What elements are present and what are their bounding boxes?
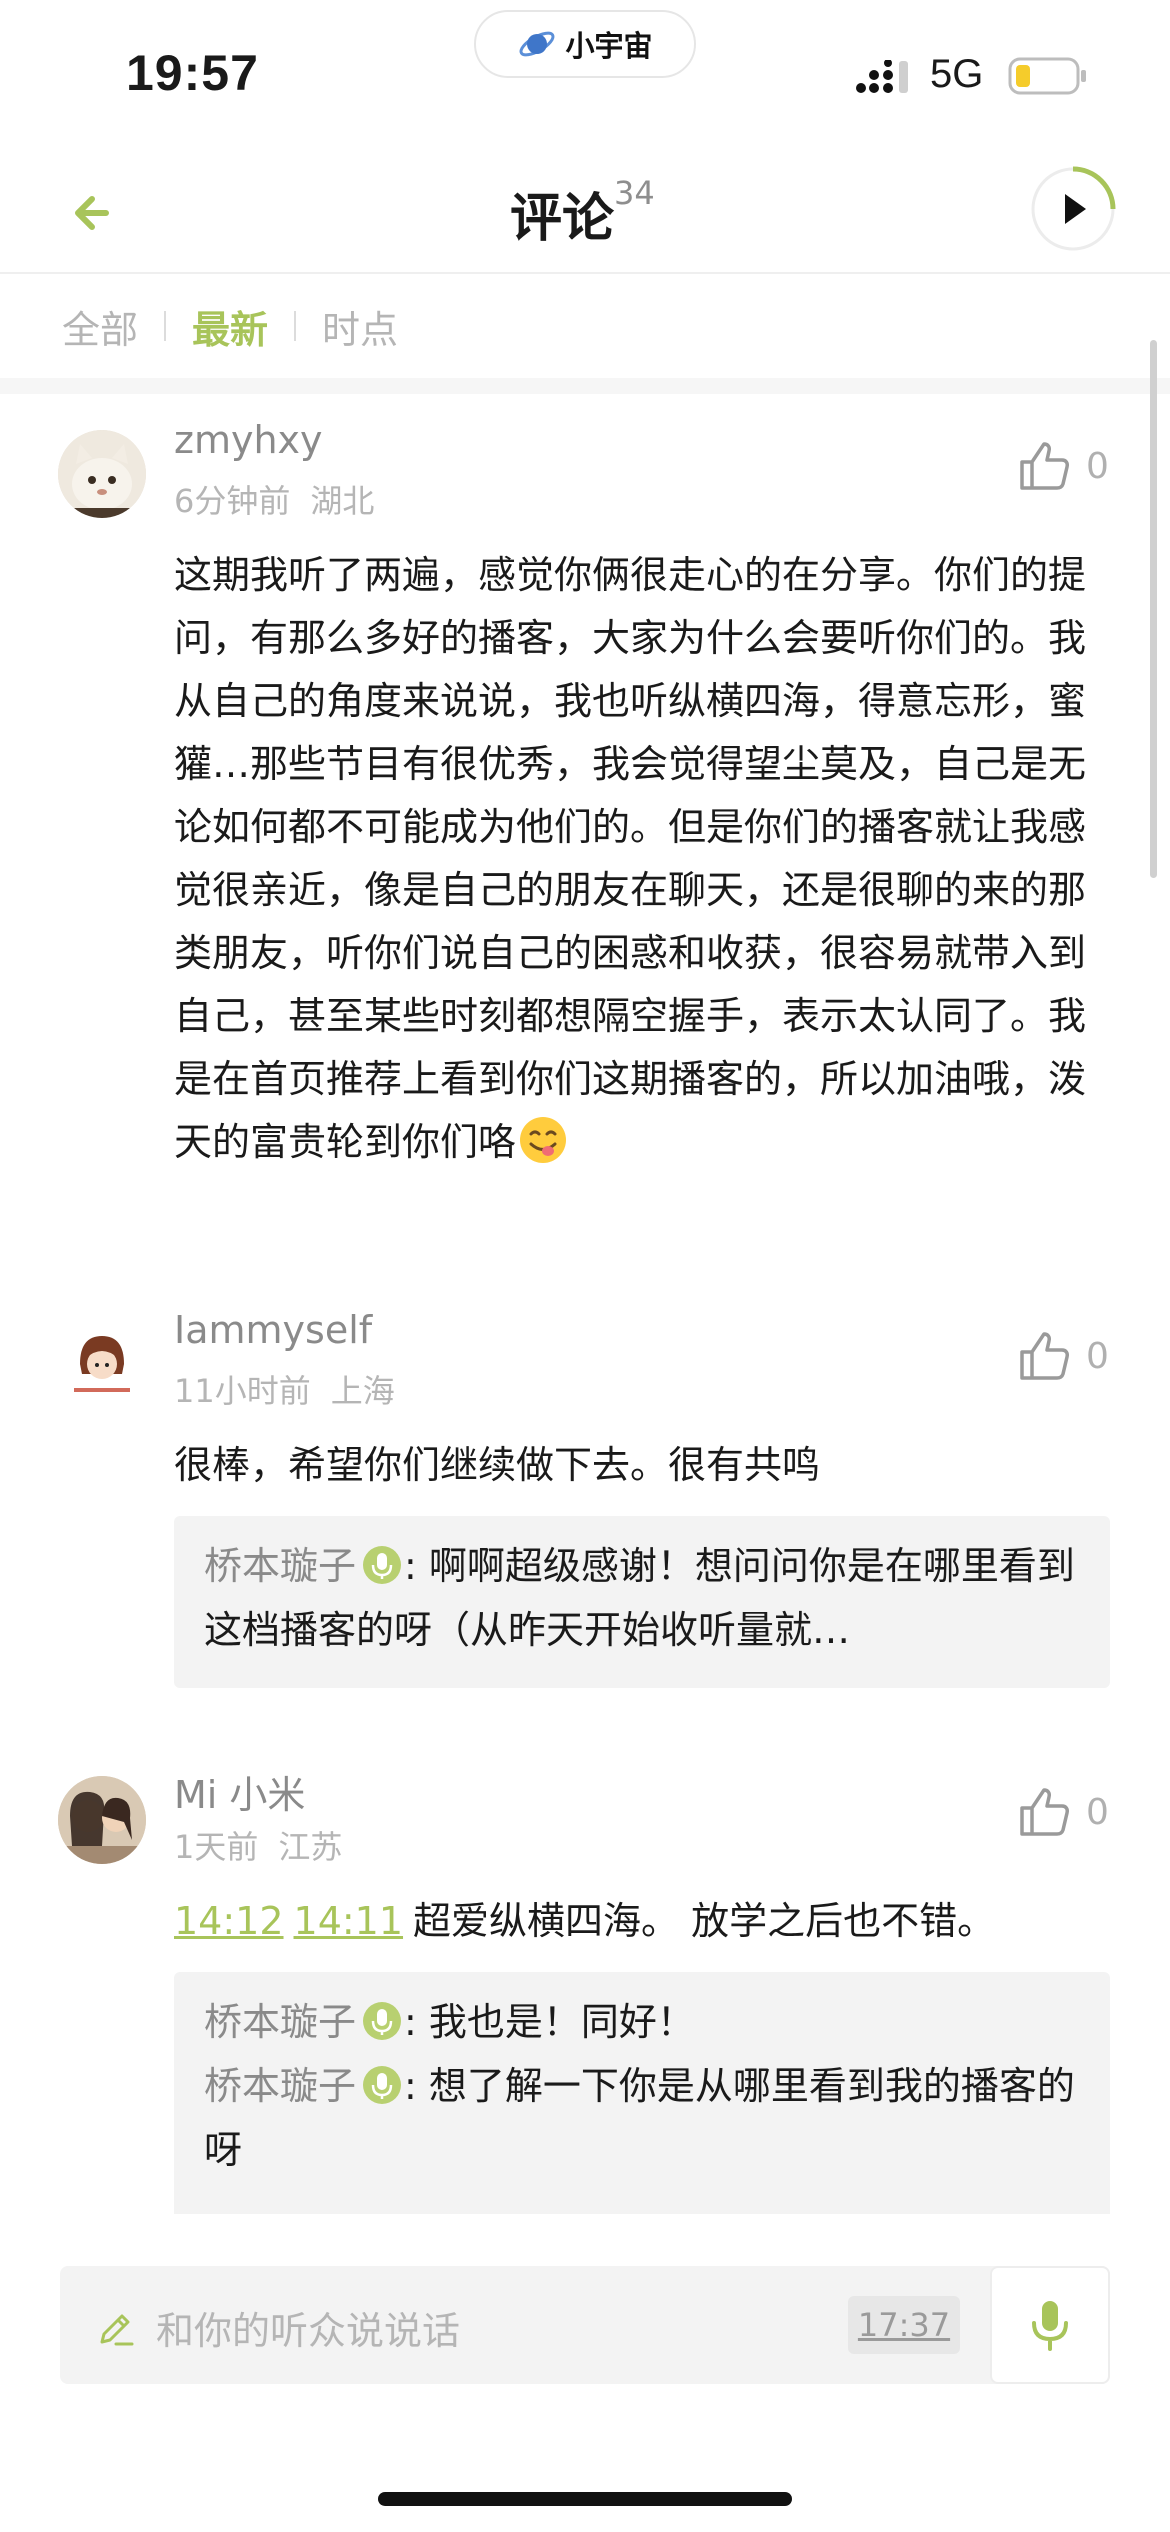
- host-mic-icon: [363, 2002, 402, 2040]
- network-type: 5G: [930, 52, 984, 96]
- girl-avatar-icon: [58, 1320, 146, 1408]
- comments-page: 19:57 小宇宙 5G 评论 34 全部 最新 时点 zmyhxy 6分钟前 …: [0, 0, 1170, 2532]
- pencil-icon: [100, 2314, 134, 2346]
- smiling-face-with-tongue-icon: [520, 1117, 567, 1163]
- battery-icon: [1008, 57, 1086, 95]
- reply-item: 桥本璇子 : 想了解一下你是从哪里看到我的播客的呀: [204, 2054, 1080, 2182]
- page-title: 评论: [510, 189, 615, 249]
- reply-username[interactable]: 桥本璇子: [204, 1544, 356, 1588]
- section-divider: [0, 378, 1170, 394]
- thumbs-up-icon[interactable]: [1016, 438, 1072, 494]
- reply-box[interactable]: 桥本璇子 : 我也是！同好！ 桥本璇子 : 想了解一下你是从哪里看到我的播客的呀: [174, 1972, 1110, 2214]
- tab-divider: [164, 311, 167, 341]
- signal-icon: [856, 60, 908, 93]
- comment-time: 11小时前: [174, 1372, 311, 1410]
- comment-username[interactable]: Iammyself: [174, 1308, 372, 1352]
- comment-time: 6分钟前: [174, 482, 291, 520]
- like-count: 0: [1086, 1336, 1109, 1377]
- timestamp-link[interactable]: 14:12: [174, 1899, 284, 1943]
- app-pill[interactable]: 小宇宙: [474, 10, 696, 78]
- scrollbar[interactable]: [1150, 340, 1157, 878]
- cat-avatar-icon: [58, 430, 146, 518]
- comment-input-area: 和你的听众说说话 17:37: [0, 2214, 1170, 2532]
- avatar[interactable]: [58, 1320, 146, 1408]
- comment-meta: 1天前 江苏: [174, 1822, 342, 1868]
- comment-username[interactable]: zmyhxy: [174, 418, 323, 462]
- timestamp-link[interactable]: 14:11: [294, 1899, 404, 1943]
- play-button[interactable]: [1028, 164, 1118, 254]
- comment-location: 江苏: [278, 1828, 343, 1866]
- input-placeholder: 和你的听众说说话: [156, 2309, 461, 2353]
- comment-list[interactable]: zmyhxy 6分钟前 湖北 0 这期我听了两遍，感觉你俩很走心的在分享。你们的提…: [0, 394, 1170, 2214]
- comment-location: 湖北: [310, 482, 375, 520]
- home-indicator[interactable]: [378, 2492, 792, 2506]
- nav-bar: 评论 34: [0, 150, 1170, 274]
- filter-tabs: 全部 最新 时点: [0, 274, 1170, 378]
- comment-time: 1天前: [174, 1828, 259, 1866]
- reply-item: 桥本璇子 : 我也是！同好！: [204, 1990, 1080, 2054]
- microphone-icon: [1032, 2301, 1068, 2351]
- comment-text: 14:12 14:11 超爱纵横四海。 放学之后也不错。: [174, 1890, 1114, 1953]
- comment-text-content: 超爱纵横四海。 放学之后也不错。: [413, 1899, 996, 1943]
- comment-location: 上海: [330, 1372, 395, 1410]
- reply-text: : 我也是！同好！: [404, 2000, 695, 2044]
- timestamp-chip[interactable]: 17:37: [848, 2296, 960, 2354]
- tab-timepoint[interactable]: 时点: [322, 299, 398, 354]
- tab-latest[interactable]: 最新: [192, 299, 268, 354]
- comment-meta: 11小时前 上海: [174, 1366, 395, 1412]
- reply-username[interactable]: 桥本璇子: [204, 2000, 356, 2044]
- status-bar: 19:57 小宇宙 5G: [0, 0, 1170, 150]
- comment-text-content: 这期我听了两遍，感觉你俩很走心的在分享。你们的提问，有那么多好的播客，大家为什么…: [174, 553, 1087, 1164]
- photo-avatar-icon: [58, 1776, 146, 1864]
- avatar[interactable]: [58, 430, 146, 518]
- thumbs-up-icon[interactable]: [1016, 1328, 1072, 1384]
- comment-count: 34: [614, 174, 655, 212]
- back-arrow-icon[interactable]: [62, 180, 128, 246]
- like-count: 0: [1086, 446, 1109, 487]
- avatar[interactable]: [58, 1776, 146, 1864]
- voice-button[interactable]: [990, 2266, 1110, 2384]
- tab-divider: [294, 311, 297, 341]
- host-mic-icon: [363, 2066, 402, 2104]
- like-count: 0: [1086, 1792, 1109, 1833]
- reply-username[interactable]: 桥本璇子: [204, 2064, 356, 2108]
- comment-text: 这期我听了两遍，感觉你俩很走心的在分享。你们的提问，有那么多好的播客，大家为什么…: [174, 544, 1114, 1174]
- status-time: 19:57: [126, 45, 259, 101]
- reply-box[interactable]: 桥本璇子 : 啊啊超级感谢！想问问你是在哪里看到这档播客的呀（从昨天开始收听量就…: [174, 1516, 1110, 1688]
- reply-item: 桥本璇子 : 啊啊超级感谢！想问问你是在哪里看到这档播客的呀（从昨天开始收听量就…: [204, 1534, 1080, 1662]
- host-mic-icon: [363, 1546, 402, 1584]
- comment-username[interactable]: Mi 小米: [174, 1764, 305, 1819]
- planet-icon: [520, 31, 555, 57]
- app-pill-label: 小宇宙: [565, 29, 653, 63]
- comment-meta: 6分钟前 湖北: [174, 476, 374, 522]
- tab-all[interactable]: 全部: [62, 299, 138, 354]
- comment-text: 很棒，希望你们继续做下去。很有共鸣: [174, 1443, 821, 1487]
- comment-input[interactable]: 和你的听众说说话 17:37: [60, 2266, 1110, 2384]
- thumbs-up-icon[interactable]: [1016, 1784, 1072, 1840]
